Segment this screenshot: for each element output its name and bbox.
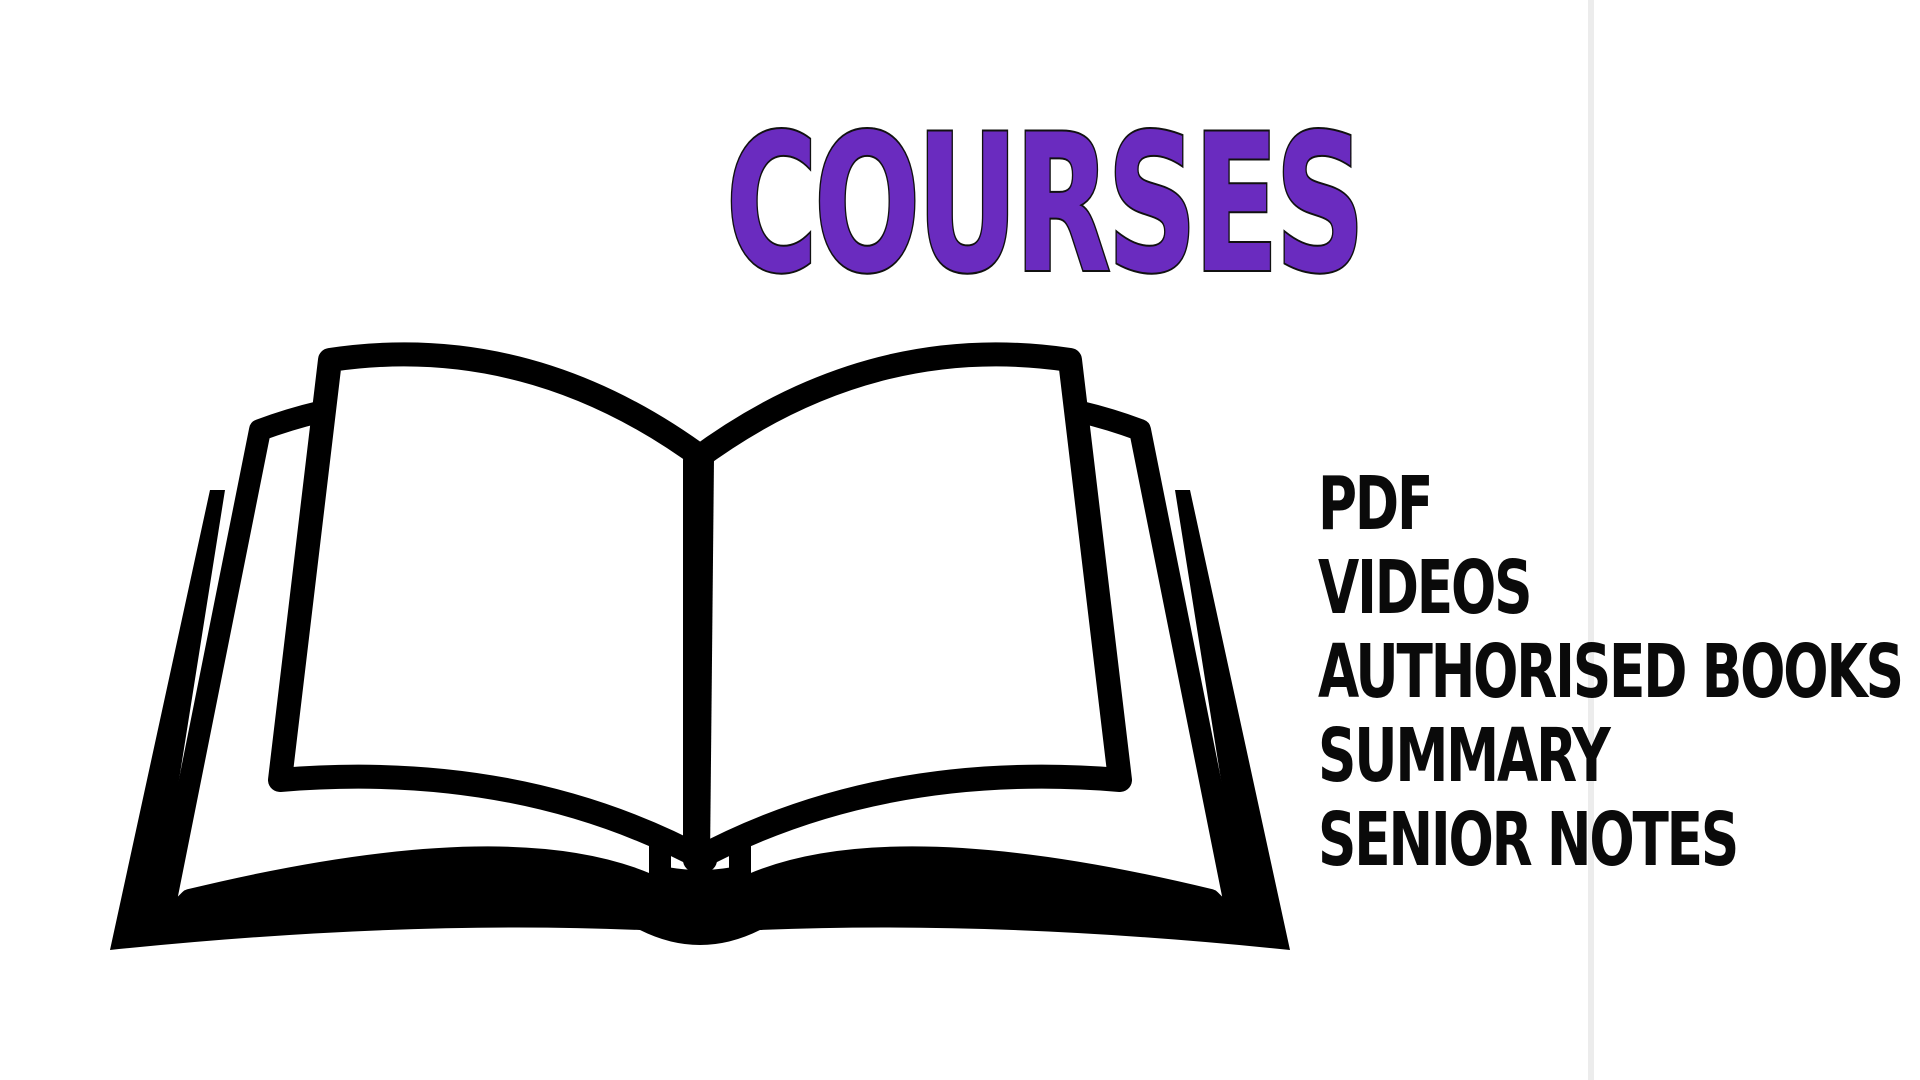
- course-item: SUMMARY: [1318, 713, 1611, 799]
- open-book-icon: [110, 342, 1290, 950]
- course-item: SENIOR NOTES: [1318, 797, 1739, 883]
- book-left-page: [268, 342, 717, 872]
- book-spine: [686, 458, 714, 860]
- book-right-page: [683, 342, 1132, 872]
- course-item: PDF: [1318, 461, 1433, 547]
- course-item: AUTHORISED BOOKS: [1318, 629, 1904, 715]
- course-item: VIDEOS: [1318, 545, 1533, 631]
- courses-slide: COURSES PDF VIDEOS AUTHORISED BOOKS SUMM…: [0, 0, 1920, 1080]
- course-items-list: PDF VIDEOS AUTHORISED BOOKS SUMMARY SENI…: [1318, 462, 1920, 882]
- page-title: COURSES: [724, 94, 1366, 315]
